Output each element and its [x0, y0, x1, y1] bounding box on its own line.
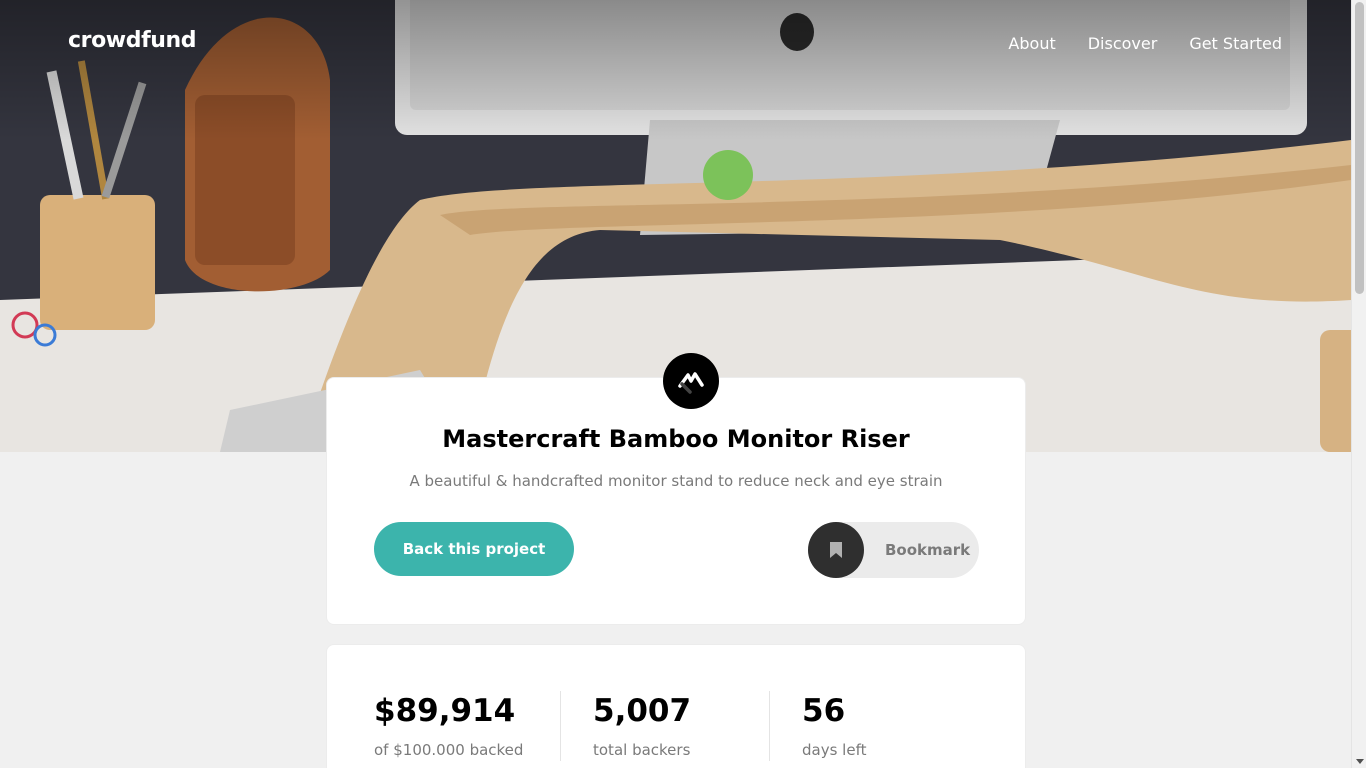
nav-links: About Discover Get Started — [1008, 34, 1282, 53]
stat-label: of $100.000 backed — [374, 741, 524, 759]
stat-label: total backers — [593, 741, 691, 759]
stat-value: $89,914 — [374, 693, 516, 729]
stat-days-left: 56 days left — [769, 691, 898, 761]
mastercraft-logo-icon — [663, 353, 719, 409]
stat-value: 5,007 — [593, 693, 692, 729]
stat-backed: $89,914 of $100.000 backed — [374, 691, 560, 761]
bookmark-icon — [808, 522, 864, 578]
nav-link-get-started[interactable]: Get Started — [1189, 34, 1282, 53]
back-project-button[interactable]: Back this project — [374, 522, 574, 576]
nav-link-about[interactable]: About — [1008, 34, 1055, 53]
nav-link-discover[interactable]: Discover — [1088, 34, 1158, 53]
project-stats-card: $89,914 of $100.000 backed 5,007 total b… — [326, 644, 1026, 768]
top-navigation: crowdfund About Discover Get Started — [0, 0, 1351, 90]
site-logo[interactable]: crowdfund — [68, 28, 197, 53]
project-intro-card: Mastercraft Bamboo Monitor Riser A beaut… — [326, 377, 1026, 625]
page-scrollbar[interactable] — [1351, 0, 1366, 768]
bookmark-label: Bookmark — [885, 541, 971, 559]
stat-value: 56 — [802, 693, 846, 729]
stats-row: $89,914 of $100.000 backed 5,007 total b… — [374, 691, 898, 761]
scrollbar-thumb[interactable] — [1355, 2, 1364, 294]
stat-label: days left — [802, 741, 867, 759]
project-title: Mastercraft Bamboo Monitor Riser — [442, 425, 910, 453]
bookmark-button[interactable]: Bookmark — [808, 522, 979, 578]
project-description: A beautiful & handcrafted monitor stand … — [409, 472, 943, 490]
scroll-down-arrow-icon[interactable] — [1356, 759, 1364, 764]
stat-backers: 5,007 total backers — [560, 691, 769, 761]
